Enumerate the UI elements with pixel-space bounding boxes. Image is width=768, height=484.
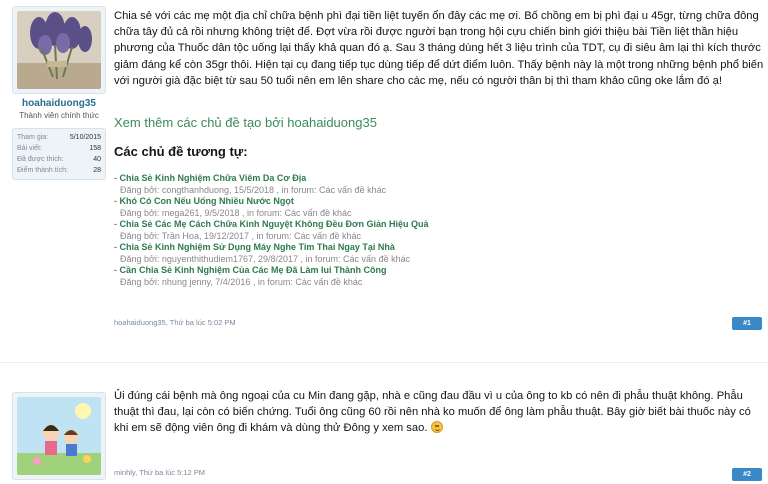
- list-item: Chia Sẻ Kinh Nghiệm Sử Dụng Máy Nghe Tim…: [114, 242, 764, 265]
- stat-posts: Bài viết: 158: [17, 143, 101, 154]
- stat-value: 40: [93, 156, 101, 163]
- list-item: Cần Chia Sẻ Kinh Nghiệm Của Các Mẹ Đã Là…: [114, 265, 764, 288]
- thread-link[interactable]: Cần Chia Sẻ Kinh Nghiệm Của Các Mẹ Đã Là…: [114, 265, 764, 277]
- message-text: Ủi đúng cái bệnh mà ông ngoại của cu Min…: [114, 388, 764, 437]
- thread-meta: Đăng bởi: nhung jenny, 7/4/2016 , in for…: [120, 276, 363, 287]
- smiley-icon: [430, 421, 443, 434]
- thread-meta: Đăng bởi: nguyenthithudiem1767, 29/8/201…: [120, 253, 411, 264]
- stat-label: Bài viết:: [17, 145, 42, 152]
- post-footer[interactable]: minhly, Thứ ba lúc 5:12 PM: [114, 468, 764, 477]
- thread-link[interactable]: Chia Sẻ Các Mẹ Cách Chữa Kinh Nguyệt Khô…: [114, 219, 764, 231]
- username[interactable]: hoahaiduong35: [12, 98, 106, 109]
- cartoon-avatar-image: [17, 397, 101, 475]
- user-info: minhly: [12, 392, 106, 484]
- post-1: hoahaiduong35 Thành viên chính thức Tham…: [0, 0, 768, 362]
- thread-meta: Đăng bởi: mega261, 9/5/2018 , in forum: …: [120, 207, 352, 218]
- thread-meta: Đăng bởi: Trần Hoa, 19/12/2017 , in foru…: [120, 230, 362, 241]
- stat-label: Điểm thành tích:: [17, 167, 68, 174]
- message-content: Chia sẻ với các mẹ một địa chỉ chữa bệnh…: [114, 8, 764, 288]
- similar-threads-list: Chia Sẻ Kinh Nghiệm Chữa Viêm Da Cơ Địa …: [114, 173, 764, 288]
- thread-link[interactable]: Khó Có Con Nếu Uống Nhiều Nước Ngọt: [114, 196, 764, 208]
- user-title: Thành viên chính thức: [19, 111, 99, 120]
- avatar[interactable]: [12, 392, 106, 480]
- thread-meta: Đăng bởi: congthanhduong, 15/5/2018 , in…: [120, 184, 387, 195]
- stat-likes: Đã được thích: 40: [17, 154, 101, 165]
- thread-link[interactable]: Chia Sẻ Kinh Nghiệm Sử Dụng Máy Nghe Tim…: [114, 242, 764, 254]
- list-item: Khó Có Con Nếu Uống Nhiều Nước Ngọt Đăng…: [114, 196, 764, 219]
- post-footer[interactable]: hoahaiduong35, Thứ ba lúc 5:02 PM: [114, 318, 764, 327]
- avatar[interactable]: [12, 6, 106, 94]
- user-info: hoahaiduong35 Thành viên chính thức Tham…: [12, 6, 106, 180]
- list-item: Chia Sẻ Các Mẹ Cách Chữa Kinh Nguyệt Khô…: [114, 219, 764, 242]
- lavender-avatar-image: [17, 11, 101, 89]
- similar-threads-heading: Các chủ đề tương tự:: [114, 144, 248, 160]
- message-content: Ủi đúng cái bệnh mà ông ngoại của cu Min…: [114, 388, 764, 437]
- see-more-threads-link[interactable]: Xem thêm các chủ đề tạo bởi hoahaiduong3…: [114, 115, 764, 130]
- post-2: minhly Ủi đúng cái bệnh mà ông ngoại của…: [0, 380, 768, 484]
- list-item: Chia Sẻ Kinh Nghiệm Chữa Viêm Da Cơ Địa …: [114, 173, 764, 196]
- stat-label: Tham gia:: [17, 134, 49, 141]
- stat-value[interactable]: 28: [93, 165, 101, 176]
- stat-value: 5/10/2015: [69, 134, 101, 141]
- stat-joined: Tham gia: 5/10/2015: [17, 132, 101, 143]
- message-text: Chia sẻ với các mẹ một địa chỉ chữa bệnh…: [114, 10, 764, 87]
- post-permalink-button[interactable]: #2: [732, 468, 762, 481]
- stat-label: Đã được thích:: [17, 156, 64, 163]
- stat-trophy-points: Điểm thành tích: 28: [17, 165, 101, 176]
- post-divider: [0, 362, 768, 363]
- post-permalink-button[interactable]: #1: [732, 317, 762, 330]
- thread-link[interactable]: Chia Sẻ Kinh Nghiệm Chữa Viêm Da Cơ Địa: [114, 173, 764, 185]
- stat-value[interactable]: 158: [89, 143, 101, 154]
- user-stats: Tham gia: 5/10/2015 Bài viết: 158 Đã đượ…: [12, 128, 106, 180]
